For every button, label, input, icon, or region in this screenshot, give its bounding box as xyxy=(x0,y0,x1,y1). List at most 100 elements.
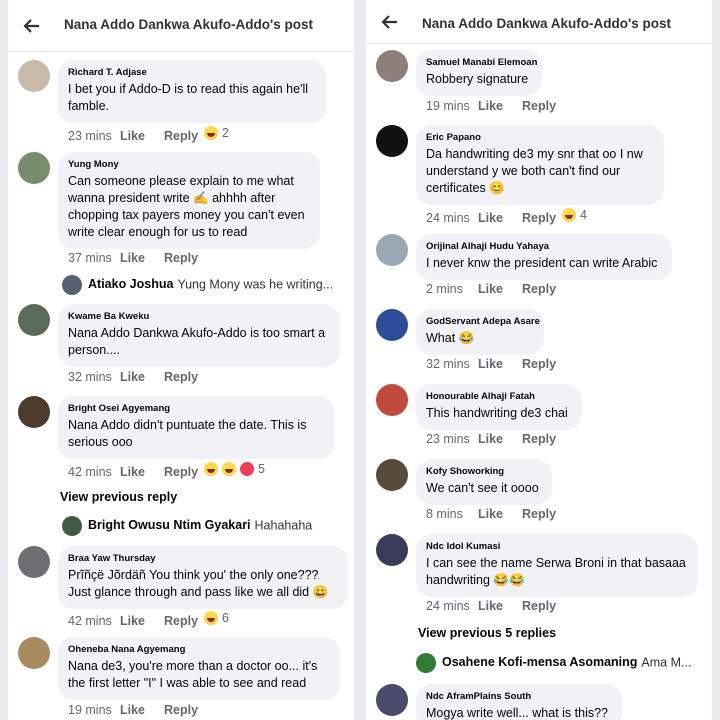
commenter-name[interactable]: Braa Yaw Thursday xyxy=(68,553,338,564)
commenter-name[interactable]: Richard T. Adjase xyxy=(68,67,316,78)
commenter-name[interactable]: Honourable Alhaji Fatah xyxy=(426,391,572,402)
reaction-summary[interactable]: 2 xyxy=(204,126,229,140)
reply-button[interactable]: Reply xyxy=(522,507,562,521)
commenter-name[interactable]: Oheneba Nana Agyemang xyxy=(68,644,330,655)
like-button[interactable]: Like xyxy=(478,357,522,371)
reply-author[interactable]: Atiako Joshua xyxy=(88,277,173,291)
like-button[interactable]: Like xyxy=(478,211,522,225)
back-arrow-icon[interactable] xyxy=(380,12,400,32)
avatar[interactable] xyxy=(18,152,50,184)
avatar[interactable] xyxy=(18,396,50,428)
page-title: Nana Addo Dankwa Akufo-Addo's post xyxy=(64,17,313,32)
like-button[interactable]: Like xyxy=(120,370,164,384)
reply-button[interactable]: Reply xyxy=(164,129,204,143)
commenter-name[interactable]: Orijinal Alhaji Hudu Yahaya xyxy=(426,241,662,252)
commenter-name[interactable]: Samuel Manabi Elemoan xyxy=(426,57,537,68)
like-button[interactable]: Like xyxy=(120,129,164,143)
avatar[interactable] xyxy=(376,234,408,266)
comment-meta: 19 mins Like Reply xyxy=(426,99,562,113)
reply-button[interactable]: Reply xyxy=(522,357,562,371)
like-button[interactable]: Like xyxy=(478,99,522,113)
comment-meta: 42 mins Like Reply 5 xyxy=(68,462,265,479)
commenter-name[interactable]: Kwame Ba Kweku xyxy=(68,311,330,322)
avatar[interactable] xyxy=(376,534,408,566)
reply-button[interactable]: Reply xyxy=(164,465,204,479)
commenter-name[interactable]: Bright Osei Agyemang xyxy=(68,403,324,414)
comment-meta: 32 mins Like Reply xyxy=(426,357,562,371)
view-previous-replies-link[interactable]: View previous 5 replies xyxy=(418,626,556,640)
comment-bubble: Kofy Showorking We can't see it oooo xyxy=(416,459,552,505)
reply-button[interactable]: Reply xyxy=(164,251,204,265)
like-button[interactable]: Like xyxy=(120,614,164,628)
reply-button[interactable]: Reply xyxy=(522,211,562,225)
avatar xyxy=(62,275,82,295)
comment-text: Nana Addo Dankwa Akufo-Addo is too smart… xyxy=(68,326,326,357)
reaction-count: 4 xyxy=(580,208,587,222)
avatar[interactable] xyxy=(18,60,50,92)
avatar[interactable] xyxy=(376,50,408,82)
commenter-name[interactable]: GodServant Adepa Asare xyxy=(426,316,540,327)
avatar[interactable] xyxy=(376,684,408,716)
timestamp: 32 mins xyxy=(68,370,112,384)
reply-button[interactable]: Reply xyxy=(522,282,562,296)
comment-meta: 2 mins Like Reply xyxy=(426,282,562,296)
like-button[interactable]: Like xyxy=(120,703,164,717)
timestamp: 42 mins xyxy=(68,465,112,479)
avatar[interactable] xyxy=(18,546,50,578)
avatar[interactable] xyxy=(376,125,408,157)
comment-text: Robbery signature xyxy=(426,72,529,86)
reaction-summary[interactable]: 4 xyxy=(562,208,587,222)
avatar[interactable] xyxy=(376,459,408,491)
comment-text: Nana Addo didn't puntuate the date. This… xyxy=(68,418,307,449)
reply-button[interactable]: Reply xyxy=(164,614,204,628)
reply-preview[interactable]: Atiako Joshua Yung Mony was he writing... xyxy=(62,275,333,295)
like-button[interactable]: Like xyxy=(478,507,522,521)
reaction-count: 5 xyxy=(258,462,265,476)
comment-text: Nana de3, you're more than a doctor oo..… xyxy=(68,659,318,690)
post-header: Nana Addo Dankwa Akufo-Addo's post xyxy=(8,0,354,52)
like-button[interactable]: Like xyxy=(120,465,164,479)
commenter-name[interactable]: Yung Mony xyxy=(68,159,310,170)
like-button[interactable]: Like xyxy=(478,432,522,446)
avatar[interactable] xyxy=(18,304,50,336)
timestamp: 2 mins xyxy=(426,282,463,296)
like-button[interactable]: Like xyxy=(478,599,522,613)
comment-meta: 32 mins Like Reply xyxy=(68,370,204,384)
reply-button[interactable]: Reply xyxy=(522,432,562,446)
view-previous-replies-link[interactable]: View previous reply xyxy=(60,490,177,504)
commenter-name[interactable]: Eric Papano xyxy=(426,132,654,143)
comment-meta: 23 mins Like Reply 2 xyxy=(68,126,229,143)
reaction-summary[interactable]: 5 xyxy=(204,462,265,476)
comment-text: We can't see it oooo xyxy=(426,481,539,495)
like-button[interactable]: Like xyxy=(120,251,164,265)
reply-button[interactable]: Reply xyxy=(522,599,562,613)
reply-button[interactable]: Reply xyxy=(164,370,204,384)
comment-bubble: Ndc Idol Kumasi I can see the name Serwa… xyxy=(416,534,698,597)
laugh-emoji-icon xyxy=(204,611,218,625)
timestamp: 19 mins xyxy=(68,703,112,717)
heart-icon xyxy=(240,462,254,476)
reply-author[interactable]: Bright Owusu Ntim Gyakari xyxy=(88,518,251,532)
reply-button[interactable]: Reply xyxy=(522,99,562,113)
avatar[interactable] xyxy=(18,637,50,669)
reply-preview[interactable]: Bright Owusu Ntim Gyakari Hahahaha xyxy=(62,516,312,536)
commenter-name[interactable]: Kofy Showorking xyxy=(426,466,542,477)
commenter-name[interactable]: Ndc AframPlains South xyxy=(426,691,612,702)
avatar xyxy=(416,653,436,673)
timestamp: 37 mins xyxy=(68,251,112,265)
back-arrow-icon[interactable] xyxy=(22,16,42,36)
comment-text: Da handwriting de3 my snr that oo I nw u… xyxy=(426,147,643,195)
timestamp: 24 mins xyxy=(426,211,470,225)
reply-author[interactable]: Osahene Kofi-mensa Asomaning xyxy=(442,655,637,669)
reply-text: Ama M... xyxy=(641,655,692,670)
avatar[interactable] xyxy=(376,384,408,416)
reply-button[interactable]: Reply xyxy=(164,703,204,717)
avatar[interactable] xyxy=(376,309,408,341)
like-button[interactable]: Like xyxy=(478,282,522,296)
commenter-name[interactable]: Ndc Idol Kumasi xyxy=(426,541,688,552)
reply-preview[interactable]: Osahene Kofi-mensa Asomaning Ama M... xyxy=(416,653,691,673)
reaction-summary[interactable]: 6 xyxy=(204,611,229,625)
comment-meta: 24 mins Like Reply 4 xyxy=(426,208,587,225)
comment-text: Mogya write well... what is this?? xyxy=(426,706,609,720)
comment-meta: 37 mins Like Reply xyxy=(68,251,204,265)
